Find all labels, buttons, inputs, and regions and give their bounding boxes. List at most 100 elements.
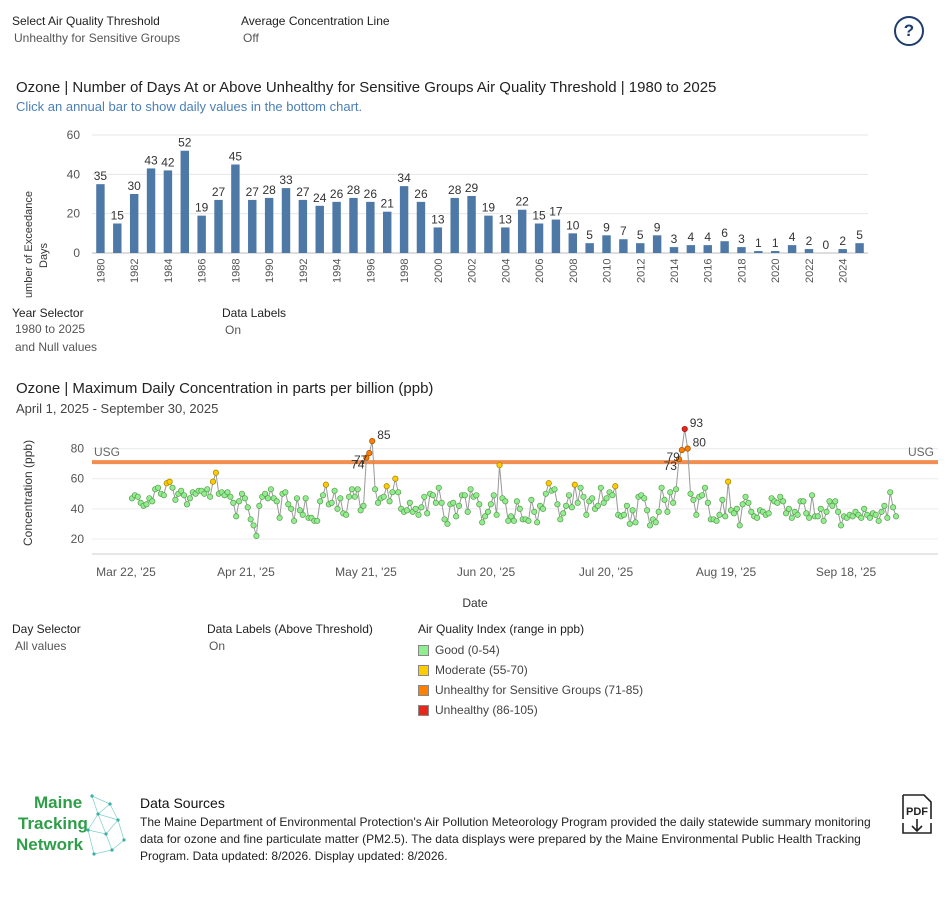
annual-bar-1993[interactable] [315, 205, 324, 253]
daily-point[interactable] [620, 511, 628, 518]
daily-point[interactable] [670, 499, 677, 506]
daily-point[interactable] [166, 478, 173, 485]
daily-point[interactable] [314, 517, 321, 524]
daily-point[interactable] [571, 481, 578, 488]
annual-bar-1981[interactable] [113, 223, 122, 254]
daily-point[interactable] [890, 504, 897, 511]
daily-point[interactable] [328, 499, 335, 506]
daily-point[interactable] [644, 507, 651, 514]
daily-point[interactable] [438, 499, 445, 506]
daily-point[interactable] [513, 498, 520, 505]
daily-point[interactable] [267, 486, 274, 493]
daily-point[interactable] [745, 499, 752, 506]
legend-item-moderate[interactable]: Moderate (55-70) [418, 660, 643, 680]
daily-point[interactable] [490, 492, 497, 499]
daily-point[interactable] [293, 495, 301, 502]
daily-point[interactable] [516, 505, 523, 512]
daily-point[interactable] [241, 495, 248, 502]
annual-bar-1988[interactable] [231, 164, 240, 254]
daily-point[interactable] [800, 498, 807, 505]
annual-bar-2013[interactable] [652, 235, 662, 253]
annual-bar-1983[interactable] [146, 168, 156, 253]
data-labels-above-value[interactable]: On [209, 639, 225, 653]
daily-point[interactable] [574, 499, 581, 506]
threshold-filter-value[interactable]: Unhealthy for Sensitive Groups [14, 31, 180, 45]
annual-bar-1991[interactable] [281, 188, 291, 253]
daily-point[interactable] [673, 486, 680, 493]
daily-point[interactable] [380, 493, 387, 500]
daily-point[interactable] [418, 504, 425, 511]
daily-point[interactable] [250, 522, 257, 529]
daily-point[interactable] [334, 505, 341, 512]
daily-point[interactable] [276, 514, 283, 521]
daily-point[interactable] [609, 492, 616, 499]
daily-point[interactable] [496, 462, 503, 469]
daily-point[interactable] [528, 496, 535, 503]
daily-point[interactable] [227, 493, 234, 500]
daily-point[interactable] [424, 510, 431, 517]
daily-point[interactable] [183, 501, 191, 508]
daily-point[interactable] [589, 495, 596, 502]
annual-bar-1985[interactable] [180, 150, 189, 253]
annual-bar-2001[interactable] [450, 197, 459, 253]
annual-bar-2007[interactable] [551, 219, 561, 253]
daily-point[interactable] [331, 487, 338, 494]
daily-point[interactable] [629, 507, 636, 514]
daily-point[interactable] [510, 517, 518, 524]
daily-point[interactable] [722, 513, 729, 520]
daily-point[interactable] [450, 499, 457, 506]
daily-point[interactable] [502, 498, 509, 505]
annual-bar-2005[interactable] [517, 209, 527, 253]
daily-point[interactable] [319, 492, 327, 499]
day-selector-value[interactable]: All values [15, 639, 66, 653]
daily-point[interactable] [594, 502, 601, 509]
daily-point[interactable] [878, 508, 885, 515]
daily-point[interactable] [432, 499, 439, 506]
daily-point[interactable] [322, 481, 329, 488]
daily-point[interactable] [207, 493, 214, 500]
daily-point[interactable] [247, 516, 254, 523]
daily-point[interactable] [169, 484, 176, 491]
daily-point[interactable] [687, 490, 694, 497]
annual-bar-2015[interactable] [686, 245, 696, 253]
daily-point[interactable] [554, 501, 561, 508]
daily-point[interactable] [861, 505, 868, 512]
daily-point[interactable] [291, 517, 298, 524]
daily-point[interactable] [545, 480, 552, 487]
help-icon[interactable]: ? [894, 16, 924, 46]
daily-point[interactable] [716, 511, 723, 518]
annual-bar-1994[interactable] [332, 201, 341, 253]
daily-point[interactable] [563, 502, 570, 509]
annual-bar-1996[interactable] [366, 201, 375, 253]
daily-point[interactable] [823, 508, 830, 515]
daily-point[interactable] [780, 498, 787, 505]
daily-point[interactable] [233, 513, 240, 520]
daily-point[interactable] [806, 514, 813, 521]
daily-point[interactable] [256, 502, 263, 509]
annual-bar-1999[interactable] [416, 201, 426, 253]
daily-point[interactable] [632, 519, 639, 526]
daily-point[interactable] [149, 498, 156, 505]
daily-point[interactable] [351, 493, 358, 500]
daily-point[interactable] [302, 495, 309, 502]
daily-point[interactable] [872, 511, 879, 518]
daily-point[interactable] [209, 478, 217, 485]
annual-bar-2025[interactable] [855, 243, 864, 253]
annual-bar-2022[interactable] [804, 249, 814, 253]
daily-point[interactable] [467, 486, 474, 493]
daily-point[interactable] [317, 498, 324, 505]
daily-point[interactable] [603, 495, 610, 502]
daily-point[interactable] [172, 496, 179, 503]
annual-bar-2012[interactable] [636, 243, 645, 253]
daily-point[interactable] [835, 508, 842, 515]
daily-point[interactable] [661, 496, 668, 503]
annual-bar-2017[interactable] [720, 241, 729, 253]
daily-point[interactable] [725, 478, 732, 485]
annual-bar-1998[interactable] [399, 186, 409, 253]
annual-bar-2024[interactable] [838, 249, 847, 253]
annual-bar-1980[interactable] [96, 184, 105, 253]
daily-point[interactable] [583, 511, 590, 518]
daily-point[interactable] [348, 486, 355, 493]
daily-point[interactable] [612, 483, 619, 490]
daily-point[interactable] [473, 492, 480, 499]
